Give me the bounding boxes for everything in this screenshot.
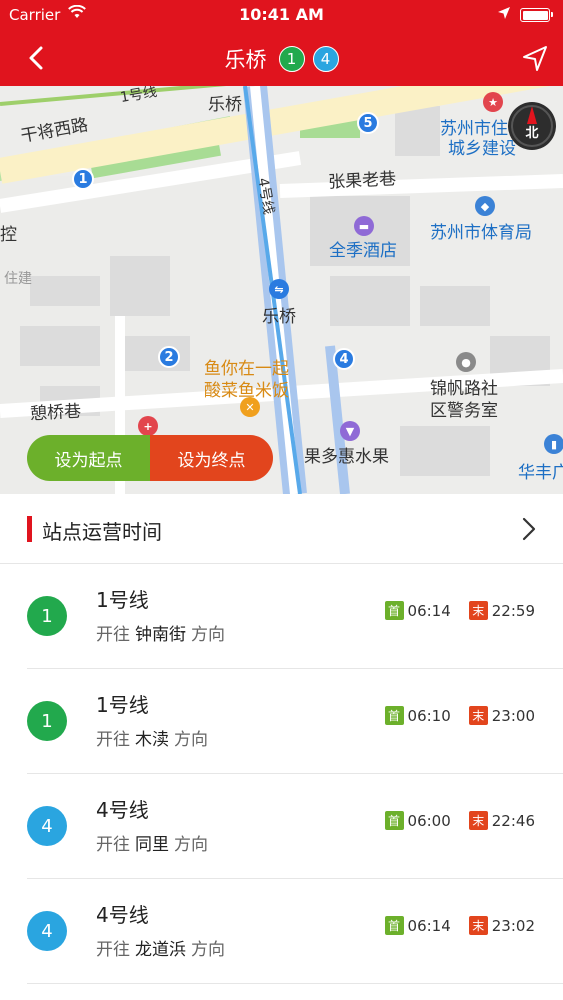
last-train-tag: 末: [468, 916, 488, 935]
direction-suffix: 方向: [174, 730, 208, 750]
service-times: 首 06:14 末 23:02: [384, 916, 535, 935]
government-poi-icon: ★: [483, 92, 503, 112]
line-number-badge: 4: [27, 911, 67, 951]
service-times: 首 06:00 末 22:46: [384, 811, 535, 830]
last-train-tag: 末: [468, 811, 488, 830]
line-number-badge: 1: [27, 596, 67, 636]
service-times: 首 06:14 末 22:59: [384, 601, 535, 620]
line-name: 4号线: [96, 903, 149, 927]
metro-station-icon: ⇋: [269, 279, 289, 299]
map-label-sports-bureau: 苏州市体育局: [430, 223, 532, 243]
navigate-button[interactable]: [520, 43, 550, 73]
direction-destination: 钟南街: [135, 625, 186, 645]
first-train-tag: 首: [384, 706, 404, 725]
last-train-time: 23:00: [491, 706, 535, 725]
chevron-right-icon: [518, 517, 538, 545]
set-end-button[interactable]: 设为终点: [150, 435, 273, 481]
direction-destination: 木渎: [135, 730, 169, 750]
line-badge-4: 4: [312, 46, 339, 72]
compass-button[interactable]: 北: [508, 102, 556, 150]
nav-bar: 乐桥 1 4: [0, 30, 563, 86]
direction-prefix: 开往: [96, 625, 130, 645]
line-name: 1号线: [96, 588, 149, 612]
map-label-edge-2: 住建: [4, 271, 32, 287]
exit-badge-2: 2: [158, 346, 180, 368]
fruit-poi-icon: ▼: [340, 421, 360, 441]
direction: 开往 同里 方向: [96, 830, 208, 855]
status-time: 10:41 AM: [239, 5, 324, 24]
direction-destination: 龙道浜: [135, 940, 186, 960]
hotel-poi-icon: ▬: [354, 216, 374, 236]
station-map[interactable]: 干将西路 1号线 乐桥 4号线 张果老巷 全季酒店 苏州市住 城乡建设 苏州市体…: [0, 86, 563, 494]
last-train-time: 22:46: [491, 811, 535, 830]
compass-north-label: 北: [525, 125, 539, 141]
battery-icon: [520, 8, 553, 22]
direction-prefix: 开往: [96, 940, 130, 960]
line-badge-1: 1: [278, 46, 305, 72]
first-train-time: 06:14: [407, 601, 451, 620]
exit-badge-5: 5: [357, 112, 379, 134]
hospital-poi-icon: +: [138, 416, 158, 436]
schedule-row[interactable]: 4 4号线 开往 龙道浜 方向 首 06:14 末 23:02: [0, 879, 563, 984]
status-bar: Carrier 10:41 AM: [0, 0, 563, 30]
direction-suffix: 方向: [191, 940, 225, 960]
direction-prefix: 开往: [96, 835, 130, 855]
map-label-street: 张果老巷: [327, 169, 397, 193]
operating-hours-header[interactable]: 站点运营时间: [0, 494, 563, 564]
section-title: 站点运营时间: [42, 520, 162, 544]
schedule-row[interactable]: 1 1号线 开往 木渎 方向 首 06:10 末 23:00: [0, 669, 563, 774]
line-number-badge: 4: [27, 806, 67, 846]
route-buttons: 设为起点 设为终点: [27, 435, 273, 481]
direction-prefix: 开往: [96, 730, 130, 750]
line-name: 4号线: [96, 798, 149, 822]
direction: 开往 钟南街 方向: [96, 620, 225, 645]
direction-suffix: 方向: [174, 835, 208, 855]
exit-badge-4: 4: [333, 348, 355, 370]
building-poi-icon: ▮: [544, 434, 563, 454]
police-poi-icon: ●: [456, 352, 476, 372]
schedule-row[interactable]: 4 4号线 开往 同里 方向 首 06:00 末 22:46: [0, 774, 563, 879]
last-train-tag: 末: [468, 601, 488, 620]
navigation-arrow-icon: [523, 46, 547, 71]
station-title: 乐桥 1 4: [0, 44, 563, 74]
map-label-fruit: 果多惠水果: [304, 447, 389, 467]
restaurant-poi-icon: ✕: [240, 397, 260, 417]
exit-badge-1: 1: [72, 168, 94, 190]
map-label-lane: 憩桥巷: [29, 401, 82, 425]
first-train-time: 06:14: [407, 916, 451, 935]
map-label-hotel: 全季酒店: [329, 241, 397, 261]
station-name: 乐桥: [224, 48, 267, 72]
location-arrow-icon: [497, 6, 511, 24]
map-label-station-center: 乐桥: [262, 307, 296, 327]
last-train-tag: 末: [468, 706, 488, 725]
direction: 开往 木渎 方向: [96, 725, 208, 750]
map-label-housing-2: 城乡建设: [448, 139, 516, 159]
last-train-time: 22:59: [491, 601, 535, 620]
app-header: Carrier 10:41 AM 乐桥 1 4: [0, 0, 563, 86]
line-name: 1号线: [96, 693, 149, 717]
direction: 开往 龙道浜 方向: [96, 935, 225, 960]
first-train-tag: 首: [384, 601, 404, 620]
map-label-edge: 控: [0, 225, 17, 245]
section-accent-bar: [27, 516, 32, 542]
service-times: 首 06:10 末 23:00: [384, 706, 535, 725]
first-train-tag: 首: [384, 811, 404, 830]
line-number-badge: 1: [27, 701, 67, 741]
first-train-time: 06:10: [407, 706, 451, 725]
first-train-time: 06:00: [407, 811, 451, 830]
map-label-station: 乐桥: [208, 95, 242, 115]
last-train-time: 23:02: [491, 916, 535, 935]
map-label-police-2: 区警务室: [430, 401, 498, 421]
row-divider: [27, 983, 563, 984]
direction-destination: 同里: [135, 835, 169, 855]
schedule-row[interactable]: 1 1号线 开往 钟南街 方向 首 06:14 末 22:59: [0, 564, 563, 669]
direction-suffix: 方向: [191, 625, 225, 645]
sports-poi-icon: ◆: [475, 196, 495, 216]
map-label-huafeng: 华丰广: [518, 463, 563, 483]
first-train-tag: 首: [384, 916, 404, 935]
set-start-button[interactable]: 设为起点: [27, 435, 150, 481]
